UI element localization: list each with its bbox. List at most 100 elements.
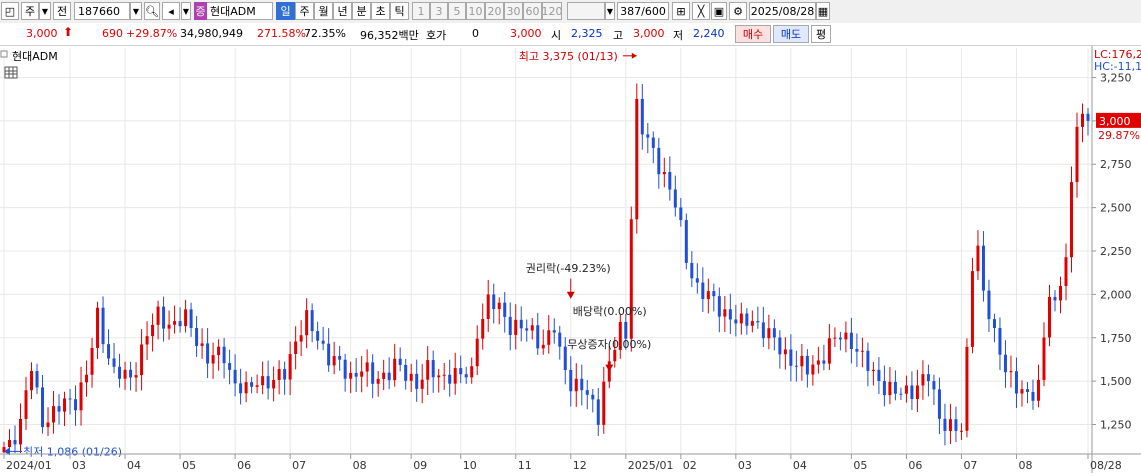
interval-tab-6[interactable]: 초 [371,2,390,20]
window-menu-icon[interactable]: ◰ [1,2,19,20]
interval-tab-2[interactable]: 주 [295,2,314,20]
average-button[interactable]: 평 [811,25,831,43]
candle-body [398,358,402,365]
market-badge: 증 [194,2,207,20]
candle-body [981,245,985,291]
candle-body [519,319,523,329]
grid-toggle-icon[interactable] [4,66,18,79]
candle-body [547,330,551,345]
candle-body [591,394,595,400]
candle-body [393,358,397,381]
minute-tab-5[interactable]: 5 [448,2,466,20]
candle-body [541,344,545,349]
candle-body [701,282,705,300]
candle-body [761,322,765,339]
search-icon[interactable]: 🔍︎ [144,2,160,20]
candle-body [712,291,716,297]
speaker-icon[interactable]: ◂ [162,2,180,20]
candle-body [910,385,914,400]
minute-tab-20[interactable]: 20 [485,2,504,20]
candle-body [734,319,738,324]
candle-body [629,219,633,339]
interval-tab-5[interactable]: 분 [352,2,371,20]
candle-body [1069,182,1073,258]
custom-interval-input[interactable] [567,2,605,20]
interval-tab-1[interactable]: 일 [276,2,295,20]
candle-body [343,359,347,379]
minute-tab-60[interactable]: 60 [523,2,542,20]
candle-body [943,418,947,431]
candle-body [52,406,56,423]
high-marker-arrow [631,52,637,59]
candle-body [167,324,171,329]
candle-body [1053,296,1057,301]
candle-body [57,406,61,412]
interval-dropdown-icon[interactable]: ▼ [605,2,615,20]
minute-tab-30[interactable]: 30 [504,2,523,20]
candle-body [332,356,336,366]
candle-body [354,372,358,377]
candle-body [1058,285,1062,301]
minute-tab-120[interactable]: 120 [542,2,562,20]
candle-body [602,381,606,425]
change-percent: +29.87% [126,27,178,40]
save-icon[interactable]: ▣ [711,2,727,20]
date-field[interactable]: 2025/08/28 [749,2,816,20]
candle-body [173,321,177,325]
candle-body [965,346,969,431]
date-tick-label: 08 [353,459,367,472]
minute-tab-3[interactable]: 3 [430,2,448,20]
chart-area[interactable]: 최고 3,375 (01/13) 최저 1,086 (01/26) 권리락(-49.… [0,46,1141,473]
candle-body [277,369,281,380]
candle-body [123,369,127,379]
candlestick-chart[interactable]: 최고 3,375 (01/13) 최저 1,086 (01/26) 권리락(-49.… [0,46,1141,473]
high-price: 3,000 [633,27,665,40]
code-dropdown-icon[interactable]: ▼ [130,2,142,20]
buy-button[interactable]: 매수 [735,25,771,43]
volume-ratio: 271.58% [257,27,306,40]
period-dropdown-icon[interactable]: ▼ [39,2,51,20]
calendar-icon[interactable]: ▦ [816,2,830,20]
candle-body [431,360,435,378]
candle-body [1042,337,1046,380]
candle-body [767,328,771,339]
minute-tab-10[interactable]: 10 [466,2,485,20]
candle-body [1047,296,1051,338]
price-info-bar: 3,000 ⬆ 690 +29.87% 34,980,949 271.58% 7… [0,23,1141,46]
date-tick-label: 03 [738,459,752,472]
sell-button[interactable]: 매도 [773,25,809,43]
candle-body [453,368,457,384]
candle-body [552,330,556,333]
candle-body [871,369,875,371]
annotations: 최고 3,375 (01/13) 최저 1,086 (01/26) 권리락(-49.… [4,50,651,458]
candle-body [822,360,826,364]
count-field[interactable]: 387/600 [617,2,669,20]
interval-tab-3[interactable]: 월 [314,2,333,20]
speaker-dropdown-icon[interactable]: ▼ [181,2,191,20]
candle-body [530,325,534,331]
candle-body [932,381,936,390]
candle-body [327,343,331,366]
capital-marker-arrow [605,364,614,372]
candle-body [189,309,193,328]
candle-body [426,360,430,380]
stock-code-input[interactable]: 187660 [74,2,130,20]
candle-body [1031,391,1035,401]
interval-tab-4[interactable]: 년 [333,2,352,20]
candle-body [816,360,820,365]
candle-body [459,368,463,375]
crosshair-icon[interactable]: ╳ [692,2,710,20]
prev-button[interactable]: 전 [53,2,71,20]
candle-body [613,349,617,362]
minute-tab-1[interactable]: 1 [412,2,430,20]
candle-body [690,262,694,279]
candle-body [569,369,573,392]
period-button[interactable]: 주 [21,2,39,20]
gear-icon[interactable]: ⚙ [729,2,747,20]
candle-body [349,372,353,379]
candle-body [200,343,204,346]
chart-type-icon[interactable]: ⊞ [672,2,690,20]
interval-tab-7[interactable]: 틱 [390,2,409,20]
capital-annotation: 무상증자(0.00%) [567,338,651,351]
candle-body [1014,371,1018,394]
